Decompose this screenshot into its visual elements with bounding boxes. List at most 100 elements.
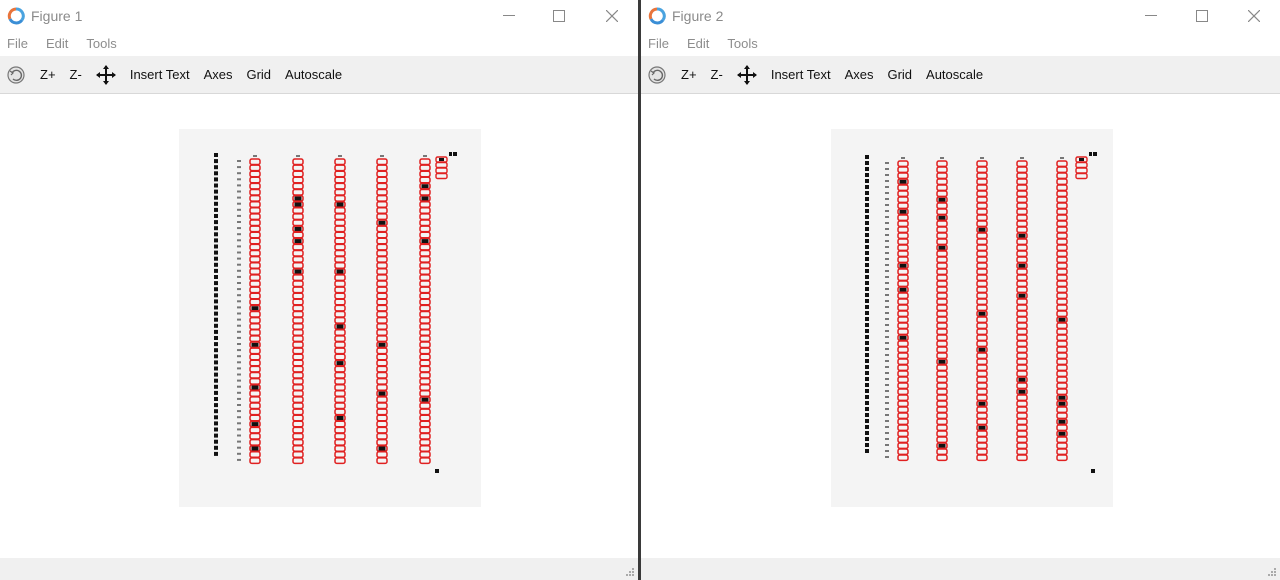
answer-bubble xyxy=(976,166,988,174)
figure-canvas[interactable] xyxy=(0,94,638,558)
answer-bubble xyxy=(897,346,909,354)
question-number-mark xyxy=(885,198,889,200)
answer-bubble xyxy=(334,371,346,379)
close-button[interactable] xyxy=(1231,2,1277,30)
answer-bubble xyxy=(376,408,388,416)
zoom-out-button[interactable]: Z- xyxy=(70,67,82,82)
answer-bubble xyxy=(419,438,431,446)
answer-bubble xyxy=(1016,430,1028,438)
answer-bubble xyxy=(936,418,948,426)
timing-mark xyxy=(214,201,218,206)
answer-bubble xyxy=(897,364,909,372)
figure-canvas[interactable] xyxy=(641,94,1280,558)
menu-edit[interactable]: Edit xyxy=(46,32,68,56)
answer-bubble xyxy=(419,274,431,282)
timing-mark xyxy=(214,226,218,231)
rotate-button[interactable] xyxy=(647,65,667,85)
menu-file[interactable]: File xyxy=(7,32,28,56)
timing-mark xyxy=(214,336,218,340)
question-number-mark xyxy=(237,227,241,230)
menu-edit[interactable]: Edit xyxy=(687,32,709,56)
answer-bubble xyxy=(976,388,988,396)
answer-bubble xyxy=(334,164,346,172)
timing-mark xyxy=(865,425,869,429)
minimize-button[interactable] xyxy=(486,2,532,30)
answer-bubble xyxy=(292,335,304,343)
answer-bubble xyxy=(249,280,261,288)
id-bubble xyxy=(435,161,448,169)
timing-mark xyxy=(214,165,218,170)
answer-bubble xyxy=(936,370,948,378)
answer-bubble xyxy=(334,377,346,385)
question-number-mark xyxy=(237,330,241,333)
answer-bubble xyxy=(976,304,988,312)
menu-tools[interactable]: Tools xyxy=(86,32,116,56)
timing-mark xyxy=(865,389,869,393)
question-number-mark xyxy=(237,208,241,211)
answer-bubble xyxy=(249,298,261,306)
grid-button[interactable]: Grid xyxy=(246,67,271,82)
close-button[interactable] xyxy=(589,2,635,30)
answer-bubble xyxy=(419,365,431,373)
timing-mark xyxy=(214,214,218,218)
pan-button[interactable] xyxy=(95,64,116,85)
resize-grip-icon[interactable] xyxy=(1267,567,1277,577)
menu-tools[interactable]: Tools xyxy=(727,32,757,56)
grid-button[interactable]: Grid xyxy=(887,67,912,82)
answer-bubble xyxy=(419,390,431,398)
timing-mark xyxy=(865,347,869,351)
timing-mark xyxy=(865,167,869,171)
answer-bubble xyxy=(976,232,988,240)
question-number-mark xyxy=(237,288,241,291)
question-number-mark xyxy=(237,355,241,358)
answer-bubble xyxy=(334,396,346,404)
insert-text-button[interactable]: Insert Text xyxy=(130,67,190,82)
zoom-in-button[interactable]: Z+ xyxy=(40,67,56,82)
answer-bubble xyxy=(936,424,948,432)
answer-bubble xyxy=(936,406,948,414)
answer-bubble xyxy=(249,176,261,184)
answer-bubble xyxy=(249,225,261,233)
answer-bubble xyxy=(292,158,304,166)
menu-file[interactable]: File xyxy=(648,32,669,56)
answer-bubble xyxy=(292,231,304,239)
answer-bubble xyxy=(419,249,431,257)
minimize-button[interactable] xyxy=(1128,2,1174,30)
question-number-mark xyxy=(885,324,889,326)
answer-bubble xyxy=(976,358,988,366)
timing-mark xyxy=(214,329,218,334)
answer-bubble xyxy=(976,382,988,390)
answer-bubble xyxy=(419,304,431,312)
axes-button[interactable]: Axes xyxy=(845,67,874,82)
maximize-button[interactable] xyxy=(536,2,582,30)
question-number-mark xyxy=(237,446,241,449)
zoom-out-button[interactable]: Z- xyxy=(711,67,723,82)
timing-mark xyxy=(865,383,869,387)
pan-button[interactable] xyxy=(736,64,757,85)
autoscale-button[interactable]: Autoscale xyxy=(285,67,342,82)
answer-bubble xyxy=(419,231,431,239)
question-number-mark xyxy=(885,384,889,386)
insert-text-button[interactable]: Insert Text xyxy=(771,67,831,82)
rotate-button[interactable] xyxy=(6,65,26,85)
answer-bubble xyxy=(1056,214,1068,222)
resize-grip-icon[interactable] xyxy=(625,567,635,577)
autoscale-button[interactable]: Autoscale xyxy=(926,67,983,82)
timing-mark xyxy=(865,257,869,261)
axes-button[interactable]: Axes xyxy=(204,67,233,82)
answer-bubble xyxy=(376,176,388,184)
answer-bubble xyxy=(249,182,261,190)
answer-bubble xyxy=(936,322,948,330)
zoom-in-button[interactable]: Z+ xyxy=(681,67,697,82)
answer-bubble xyxy=(936,304,948,312)
timing-mark xyxy=(865,269,869,273)
answer-bubble xyxy=(1056,238,1068,246)
answer-bubble xyxy=(936,238,948,246)
answer-bubble xyxy=(334,261,346,269)
answer-bubble xyxy=(249,359,261,367)
answer-bubble xyxy=(376,243,388,251)
answer-sheet-svg xyxy=(865,152,1097,473)
maximize-button[interactable] xyxy=(1179,2,1225,30)
answer-bubble xyxy=(897,358,909,366)
question-number-mark xyxy=(885,336,889,338)
